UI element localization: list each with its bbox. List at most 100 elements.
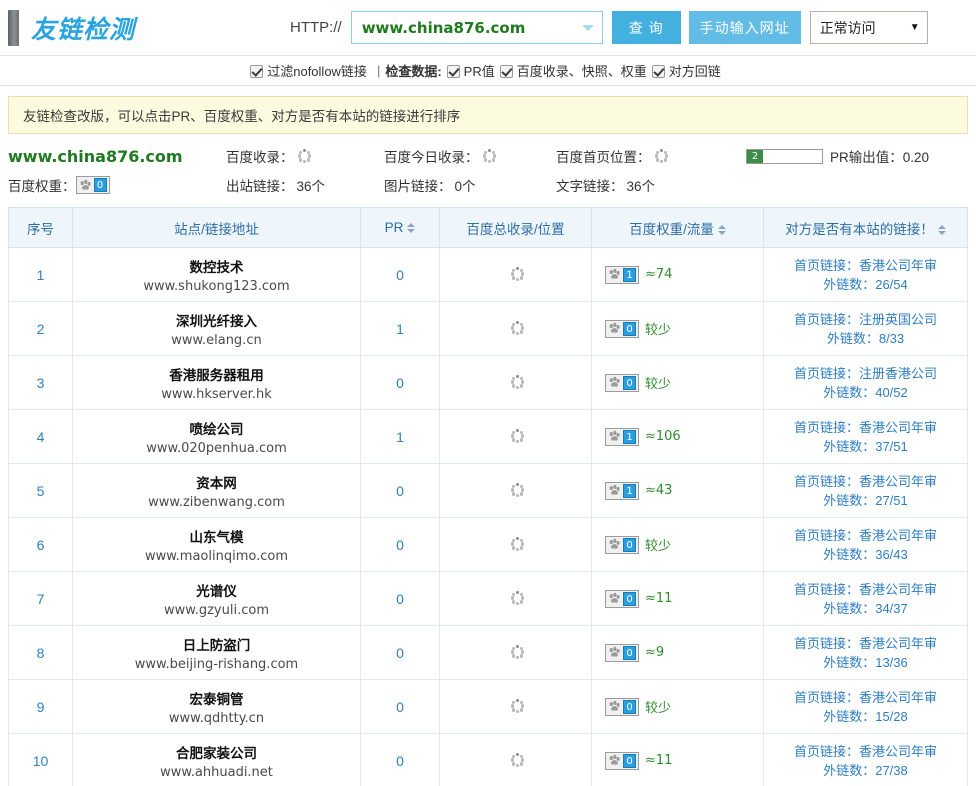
- site-url[interactable]: www.beijing-rishang.com: [74, 657, 359, 672]
- flow-value: ≈9: [645, 645, 664, 660]
- results-table-body: 1数控技术www.shukong123.com01≈74首页链接：香港公司年审外…: [9, 248, 968, 786]
- header-baidu-total: 百度总收录/位置: [440, 208, 592, 248]
- home-link-text[interactable]: 首页链接：香港公司年审: [765, 634, 966, 653]
- header-site: 站点/链接地址: [73, 208, 361, 248]
- site-url[interactable]: www.qdhtty.cn: [74, 711, 359, 726]
- cell-pr: 0: [361, 518, 440, 572]
- site-url[interactable]: www.shukong123.com: [74, 279, 359, 294]
- out-links-label: 出站链接：: [226, 175, 294, 195]
- header-pr[interactable]: PR: [361, 208, 440, 248]
- query-button[interactable]: 查 询: [612, 11, 681, 44]
- access-mode-select[interactable]: 正常访问 ▼: [810, 11, 928, 44]
- cell-baidu-total: [440, 680, 592, 734]
- flow-value: ≈11: [645, 591, 672, 606]
- baidu-paw-icon: [608, 430, 621, 443]
- site-name: 宏泰铜管: [74, 688, 359, 708]
- baidu-weight-badge: 0: [605, 590, 639, 608]
- cell-site[interactable]: 光谱仪www.gzyuli.com: [73, 572, 361, 626]
- pr-option[interactable]: PR值: [447, 61, 495, 80]
- sort-icon[interactable]: [718, 224, 726, 236]
- sort-icon[interactable]: [407, 222, 415, 234]
- out-links-text: 外链数：13/36: [765, 653, 966, 672]
- filter-nofollow-option[interactable]: 过滤nofollow链接: [250, 61, 367, 80]
- options-separator: |: [377, 63, 380, 78]
- flow-value: 较少: [645, 535, 671, 554]
- baidu-weight-value: 1: [623, 484, 636, 498]
- cell-has-link: 首页链接：香港公司年审外链数：34/37: [764, 572, 968, 626]
- home-link-text[interactable]: 首页链接：香港公司年审: [765, 256, 966, 275]
- site-url[interactable]: www.020penhua.com: [74, 441, 359, 456]
- baidu-weight-badge: 0: [605, 374, 639, 392]
- baidu-index-label: 百度收录：: [226, 146, 294, 166]
- loading-spinner-icon: [511, 321, 525, 335]
- cell-site[interactable]: 喷绘公司www.020penhua.com: [73, 410, 361, 464]
- cell-pr: 1: [361, 302, 440, 356]
- notice-text: 友链检查改版，可以点击PR、百度权重、对方是否有本站的链接进行排序: [23, 105, 460, 125]
- cell-site[interactable]: 宏泰铜管 www.qdhtty.cn: [73, 680, 361, 734]
- baidu-weight-badge: 1: [605, 428, 639, 446]
- baidu-weight-value: 0: [623, 754, 636, 768]
- baidu-weight-badge: 0: [76, 176, 110, 194]
- home-link-text[interactable]: 首页链接：香港公司年审: [765, 418, 966, 437]
- pr-value: 0: [396, 591, 404, 607]
- baidu-weight-value: 0: [623, 376, 636, 390]
- pr-option-label: PR值: [464, 64, 495, 79]
- cell-pr: 0: [361, 248, 440, 302]
- site-url[interactable]: www.gzyuli.com: [74, 603, 359, 618]
- cell-has-link: 首页链接：香港公司年审外链数：27/38: [764, 734, 968, 786]
- cell-site[interactable]: 深圳光纤接入www.elang.cn: [73, 302, 361, 356]
- out-links-text: 外链数：37/51: [765, 437, 966, 456]
- home-link-text[interactable]: 首页链接：香港公司年审: [765, 472, 966, 491]
- cell-index: 4: [9, 410, 73, 464]
- home-link-text[interactable]: 首页链接：香港公司年审: [765, 688, 966, 707]
- home-link-text[interactable]: 首页链接：香港公司年审: [765, 526, 966, 545]
- cell-site[interactable]: 资本网www.zibenwang.com: [73, 464, 361, 518]
- cell-site[interactable]: 合肥家装公司www.ahhuadi.net: [73, 734, 361, 786]
- baidu-option[interactable]: 百度收录、快照、权重: [500, 61, 647, 80]
- manual-url-button[interactable]: 手动输入网址: [689, 11, 801, 44]
- pr-value: 0: [396, 645, 404, 661]
- pr-value: 0: [396, 483, 404, 499]
- table-row: 10合肥家装公司www.ahhuadi.net00≈11首页链接：香港公司年审外…: [9, 734, 968, 786]
- flow-value: 较少: [645, 697, 671, 716]
- site-url[interactable]: www.elang.cn: [74, 333, 359, 348]
- baidu-weight-badge: 0: [605, 752, 639, 770]
- header-weight-flow[interactable]: 百度权重/流量: [592, 208, 764, 248]
- flow-value: 较少: [645, 373, 671, 392]
- cell-weight-flow: 0≈9: [592, 626, 764, 680]
- cell-site[interactable]: 数控技术www.shukong123.com: [73, 248, 361, 302]
- baidu-paw-icon: [608, 754, 621, 767]
- site-url[interactable]: www.maolinqimo.com: [74, 549, 359, 564]
- chevron-down-icon[interactable]: [582, 25, 594, 31]
- home-link-text[interactable]: 首页链接：注册香港公司: [765, 364, 966, 383]
- cell-site[interactable]: 日上防盗门www.beijing-rishang.com: [73, 626, 361, 680]
- backlink-option[interactable]: 对方回链: [652, 61, 721, 80]
- app-header: 友链检测 HTTP:// www.china876.com 查 询 手动输入网址…: [0, 0, 976, 56]
- baidu-weight-value: 0: [623, 700, 636, 714]
- row-index: 7: [37, 591, 45, 607]
- baidu-weight-stat: 百度权重： 0: [8, 175, 226, 195]
- home-link-text[interactable]: 首页链接：注册英国公司: [765, 310, 966, 329]
- cell-site[interactable]: 香港服务器租用www.hkserver.hk: [73, 356, 361, 410]
- pr-value: 0: [396, 753, 404, 769]
- site-url[interactable]: www.hkserver.hk: [74, 387, 359, 402]
- baidu-weight-badge: 1: [605, 266, 639, 284]
- checkbox-icon[interactable]: [250, 65, 263, 78]
- home-link-text[interactable]: 首页链接：香港公司年审: [765, 742, 966, 761]
- checkbox-icon[interactable]: [652, 65, 665, 78]
- sort-icon[interactable]: [938, 224, 946, 236]
- header-has-link[interactable]: 对方是否有本站的链接！: [764, 208, 968, 248]
- out-links-stat: 出站链接： 36个: [226, 175, 384, 195]
- cell-site[interactable]: 山东气模www.maolinqimo.com: [73, 518, 361, 572]
- site-url[interactable]: www.ahhuadi.net: [74, 765, 359, 780]
- checkbox-icon[interactable]: [500, 65, 513, 78]
- site-url[interactable]: www.zibenwang.com: [74, 495, 359, 510]
- flow-value: ≈11: [645, 753, 672, 768]
- cell-pr: 0: [361, 572, 440, 626]
- home-link-text[interactable]: 首页链接：香港公司年审: [765, 580, 966, 599]
- http-label: HTTP://: [290, 19, 342, 36]
- cell-weight-flow: 1≈74: [592, 248, 764, 302]
- checkbox-icon[interactable]: [447, 65, 460, 78]
- url-input[interactable]: www.china876.com: [351, 11, 603, 44]
- loading-spinner-icon: [511, 267, 525, 281]
